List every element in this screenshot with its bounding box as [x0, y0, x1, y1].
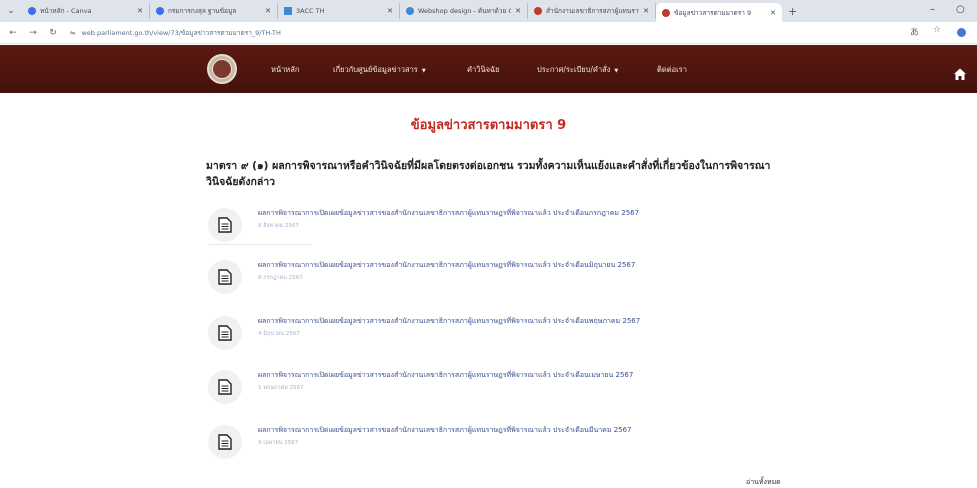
back-icon[interactable]: ←: [6, 26, 20, 40]
tab-label: Webshop design - ค้นหาด้วย Google: [418, 7, 511, 15]
section-heading: มาตรา ๙ (๑) ผลการพิจารณาหรือคำวินิจฉัยที…: [206, 158, 806, 190]
logo-emblem: [212, 59, 232, 79]
tab-close-icon[interactable]: ✕: [515, 7, 521, 15]
minimize-icon[interactable]: –: [930, 4, 935, 15]
forward-icon[interactable]: →: [26, 26, 40, 40]
site-header: หน้าหลัก เกี่ยวกับศูนย์ข้อมูลข่าวสาร ▼ คำ…: [0, 45, 977, 93]
tab-favicon: [28, 7, 36, 15]
browser-tab-6-active[interactable]: ข้อมูลข่าวสารตามมาตรา 9 ✕: [656, 3, 782, 22]
site-info-icon[interactable]: ⇋: [70, 29, 75, 37]
browser-tab-strip: ⌄ หน้าหลัก - Canva ✕ กรมการกงสุล ฐานข้อม…: [0, 0, 977, 22]
url-field[interactable]: ⇋ web.parliament.go.th/view/73/ข้อมูลข่าว…: [70, 28, 281, 38]
document-icon: [208, 316, 242, 350]
item-title-link[interactable]: ผลการพิจารณาการเปิดเผยข้อมูลข่าวสารของสำ…: [258, 370, 633, 381]
page-title: ข้อมูลข่าวสารตามมาตรา 9: [410, 118, 567, 133]
browser-tab-3[interactable]: 3ACC TH ✕: [278, 3, 400, 19]
tab-search-icon[interactable]: ⌄: [4, 4, 18, 18]
read-all-link[interactable]: อ่านทั้งหมด: [746, 477, 781, 488]
tab-close-icon[interactable]: ✕: [137, 7, 143, 15]
url-text: web.parliament.go.th/view/73/ข้อมูลข่าวส…: [81, 28, 281, 37]
new-tab-icon[interactable]: +: [788, 5, 797, 18]
document-icon: [208, 208, 242, 242]
item-date: 4 มิถุนายน 2567: [258, 331, 300, 337]
list-item[interactable]: ผลการพิจารณาการเปิดเผยข้อมูลข่าวสารของสำ…: [208, 314, 768, 358]
nav-label: ประกาศ/ระเบียบ/คำสั่ง: [537, 65, 611, 74]
document-icon: [208, 260, 242, 294]
chevron-down-icon: ▼: [614, 68, 619, 74]
nav-item-contact[interactable]: ติดต่อเรา: [657, 64, 687, 76]
bookmark-star-icon[interactable]: ☆: [933, 25, 941, 35]
tab-label: 3ACC TH: [296, 7, 325, 15]
list-item[interactable]: ผลการพิจารณาการเปิดเผยข้อมูลข่าวสารของสำ…: [208, 368, 768, 412]
nav-label: เกี่ยวกับศูนย์ข้อมูลข่าวสาร: [333, 65, 418, 74]
section-heading-line-1: มาตรา ๙ (๑) ผลการพิจารณาหรือคำวินิจฉัยที…: [206, 160, 771, 172]
browser-tab-1[interactable]: หน้าหลัก - Canva ✕: [22, 3, 150, 19]
nav-label: หน้าหลัก: [271, 65, 300, 74]
tab-close-icon[interactable]: ✕: [770, 9, 776, 17]
list-item[interactable]: ผลการพิจารณาการเปิดเผยข้อมูลข่าวสารของสำ…: [208, 423, 768, 467]
nav-item-decisions[interactable]: คำวินิจฉัย: [467, 64, 499, 76]
browser-tab-5[interactable]: สำนักงานเลขาธิการสภาผู้แทนราษฎร ✕: [528, 3, 656, 19]
item-title-link[interactable]: ผลการพิจารณาการเปิดเผยข้อมูลข่าวสารของสำ…: [258, 260, 635, 271]
parliament-logo[interactable]: [207, 54, 237, 84]
nav-label: ติดต่อเรา: [657, 65, 687, 74]
item-title-link[interactable]: ผลการพิจารณาการเปิดเผยข้อมูลข่าวสารของสำ…: [258, 425, 632, 436]
nav-label: คำวินิจฉัย: [467, 65, 500, 74]
item-divider: [208, 244, 312, 245]
browser-tab-2[interactable]: กรมการกงสุล ฐานข้อมูล ✕: [150, 3, 278, 19]
tab-close-icon[interactable]: ✕: [265, 7, 271, 15]
item-date: 9 สิงหาคม 2567: [258, 223, 300, 229]
reload-icon[interactable]: ↻: [46, 26, 60, 40]
maximize-icon[interactable]: ○: [956, 4, 965, 15]
tab-close-icon[interactable]: ✕: [643, 7, 649, 15]
item-date: 8 กรกฎาคม 2567: [258, 275, 303, 281]
tab-favicon: [662, 8, 670, 17]
nav-item-about[interactable]: เกี่ยวกับศูนย์ข้อมูลข่าวสาร ▼: [333, 64, 426, 76]
profile-avatar[interactable]: [957, 28, 966, 37]
home-icon[interactable]: [953, 67, 967, 81]
tab-close-icon[interactable]: ✕: [387, 7, 393, 15]
browser-tab-4[interactable]: Webshop design - ค้นหาด้วย Google ✕: [400, 3, 528, 19]
nav-item-home[interactable]: หน้าหลัก: [271, 64, 299, 76]
tab-favicon: [406, 7, 414, 15]
tab-favicon: [534, 7, 542, 15]
tab-label: สำนักงานเลขาธิการสภาผู้แทนราษฎร: [546, 7, 639, 15]
tab-label: ข้อมูลข่าวสารตามมาตรา 9: [674, 8, 752, 17]
item-title-link[interactable]: ผลการพิจารณาการเปิดเผยข้อมูลข่าวสารของสำ…: [258, 316, 640, 327]
item-title-link[interactable]: ผลการพิจารณาการเปิดเผยข้อมูลข่าวสารของสำ…: [258, 208, 639, 219]
tab-favicon: [284, 7, 292, 15]
item-date: 1 พฤษภาคม 2567: [258, 385, 304, 391]
tab-favicon: [156, 7, 164, 15]
list-item[interactable]: ผลการพิจารณาการเปิดเผยข้อมูลข่าวสารของสำ…: [208, 258, 768, 302]
chevron-down-icon: ▼: [421, 68, 426, 74]
tab-label: หน้าหลัก - Canva: [40, 7, 92, 15]
item-date: 9 เมษายน 2567: [258, 440, 299, 446]
translate-icon[interactable]: あ: [910, 25, 919, 38]
tab-label: กรมการกงสุล ฐานข้อมูล: [168, 7, 237, 15]
document-icon: [208, 370, 242, 404]
browser-address-bar: ← → ↻ ⇋ web.parliament.go.th/view/73/ข้อม…: [0, 22, 977, 44]
nav-item-announcements[interactable]: ประกาศ/ระเบียบ/คำสั่ง ▼: [537, 64, 618, 76]
section-heading-line-2: วินิจฉัยดังกล่าว: [206, 176, 276, 188]
document-icon: [208, 425, 242, 459]
